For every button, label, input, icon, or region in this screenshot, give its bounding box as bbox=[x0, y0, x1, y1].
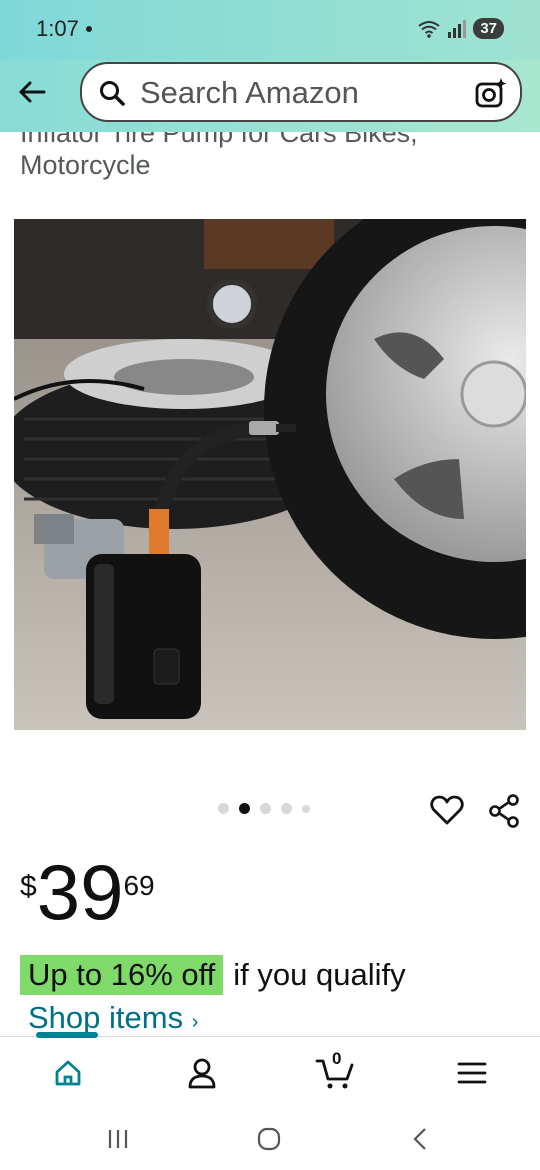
deal-row: Up to 16% off if you qualify bbox=[20, 955, 406, 995]
price: $ 39 69 bbox=[20, 852, 155, 932]
recent-apps-icon bbox=[108, 1130, 128, 1148]
back-arrow-icon bbox=[19, 81, 46, 103]
image-carousel-dots bbox=[218, 803, 310, 814]
status-time: 1:07 bbox=[36, 16, 79, 41]
notification-dot bbox=[86, 26, 92, 32]
product-title-line1: Inflator Tire Pump for Cars Bikes, bbox=[20, 132, 418, 148]
search-input[interactable]: Search Amazon bbox=[80, 62, 522, 122]
home-system-button[interactable] bbox=[249, 1122, 289, 1156]
chevron-right-icon: › bbox=[191, 1011, 199, 1033]
status-bar: 1:07 37 bbox=[0, 0, 540, 60]
deal-text: if you qualify bbox=[233, 957, 406, 992]
product-image[interactable] bbox=[14, 219, 526, 730]
price-whole: 39 bbox=[36, 848, 124, 936]
price-symbol: $ bbox=[20, 870, 37, 903]
deal-badge: Up to 16% off bbox=[20, 955, 224, 995]
cart-count: 0 bbox=[332, 1049, 342, 1068]
shop-items-link[interactable]: Shop items › bbox=[28, 1000, 198, 1036]
share-icon[interactable] bbox=[488, 794, 520, 828]
carousel-dot-active[interactable] bbox=[239, 803, 250, 814]
home-circle-icon bbox=[257, 1127, 281, 1151]
carousel-dot[interactable] bbox=[218, 803, 229, 814]
carousel-dot[interactable] bbox=[260, 803, 271, 814]
carousel-dot[interactable] bbox=[302, 804, 310, 813]
price-fraction: 69 bbox=[123, 870, 155, 901]
back-system-button[interactable] bbox=[400, 1122, 440, 1156]
shop-items-label: Shop items bbox=[28, 1000, 184, 1035]
nav-home[interactable] bbox=[46, 1051, 90, 1095]
home-icon bbox=[55, 1060, 81, 1086]
battery-indicator: 37 bbox=[473, 18, 504, 39]
search-placeholder: Search Amazon bbox=[140, 75, 359, 110]
nav-menu[interactable] bbox=[450, 1051, 494, 1095]
system-nav-bar bbox=[0, 1108, 540, 1170]
wifi-icon bbox=[418, 20, 440, 38]
header: Search Amazon bbox=[0, 60, 540, 132]
camera-lens-icon[interactable] bbox=[474, 76, 508, 110]
bottom-nav: 0 bbox=[0, 1036, 540, 1109]
status-icons: 37 bbox=[417, 18, 504, 39]
nav-account[interactable] bbox=[180, 1051, 224, 1095]
account-icon bbox=[188, 1058, 216, 1089]
search-icon bbox=[100, 81, 125, 106]
back-button[interactable] bbox=[14, 74, 50, 110]
signal-icon bbox=[448, 19, 467, 38]
product-photo bbox=[14, 219, 526, 730]
product-title-line2: Motorcycle bbox=[20, 150, 151, 180]
carousel-dot[interactable] bbox=[281, 803, 292, 814]
nav-cart[interactable]: 0 bbox=[314, 1049, 358, 1095]
heart-icon[interactable] bbox=[430, 794, 464, 826]
recent-apps-button[interactable] bbox=[98, 1122, 138, 1156]
back-chevron-icon bbox=[413, 1128, 426, 1150]
home-tab-indicator bbox=[36, 1032, 98, 1038]
menu-icon bbox=[457, 1062, 487, 1084]
